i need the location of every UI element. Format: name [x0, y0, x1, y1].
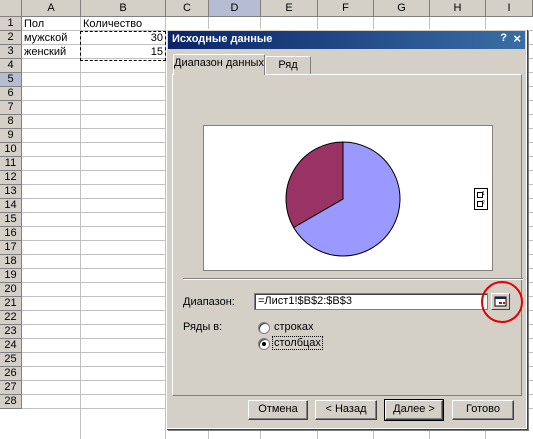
row-header-7[interactable]: 7 [0, 101, 22, 115]
row-header-16[interactable]: 16 [0, 227, 22, 241]
column-header-h[interactable]: H [430, 0, 486, 17]
column-header-i[interactable]: I [486, 0, 533, 17]
row-header-18[interactable]: 18 [0, 255, 22, 269]
cell-a3[interactable]: женский [22, 45, 80, 59]
cell-b1[interactable]: Количество [81, 17, 165, 31]
finish-button[interactable]: Готово [452, 400, 514, 420]
row-header-22[interactable]: 22 [0, 311, 22, 325]
row-header-8[interactable]: 8 [0, 115, 22, 129]
radio-rows-label[interactable]: строках [274, 321, 313, 333]
next-button[interactable]: Далее > [384, 399, 444, 421]
back-button[interactable]: < Назад [315, 400, 377, 420]
source-data-dialog: Исходные данные ? × Диапазон данных Ряд … [166, 29, 527, 429]
row-header-27[interactable]: 27 [0, 381, 22, 395]
row-header-13[interactable]: 13 [0, 185, 22, 199]
row-header-11[interactable]: 11 [0, 157, 22, 171]
row-header-6[interactable]: 6 [0, 87, 22, 101]
cell-a1[interactable]: Пол [22, 17, 80, 31]
select-all-corner[interactable] [0, 0, 22, 17]
chart-legend: 1 2 [474, 188, 488, 210]
legend-label-1: 1 [482, 191, 485, 197]
row-header-2[interactable]: 2 [0, 31, 22, 45]
help-icon[interactable]: ? [500, 32, 507, 44]
tab-series[interactable]: Ряд [265, 56, 311, 74]
column-header-f[interactable]: F [318, 0, 374, 17]
row-header-12[interactable]: 12 [0, 171, 22, 185]
row-header-9[interactable]: 9 [0, 129, 22, 143]
radio-rows[interactable] [258, 322, 270, 334]
cancel-button[interactable]: Отмена [248, 400, 308, 420]
range-label: Диапазон: [183, 296, 235, 308]
tab-data-range[interactable]: Диапазон данных [173, 54, 265, 75]
row-header-20[interactable]: 20 [0, 283, 22, 297]
series-in-label: Ряды в: [183, 321, 223, 333]
column-header-d[interactable]: D [209, 0, 261, 17]
row-header-3[interactable]: 3 [0, 45, 22, 59]
column-header-c[interactable]: C [166, 0, 209, 17]
column-header-a[interactable]: A [22, 0, 81, 17]
row-header-5[interactable]: 5 [0, 73, 22, 87]
row-header-4[interactable]: 4 [0, 59, 22, 73]
cell-a2[interactable]: мужской [22, 31, 80, 45]
dialog-title: Исходные данные [172, 33, 273, 45]
radio-columns-label[interactable]: столбцах [272, 336, 323, 350]
source-range-marquee [80, 31, 166, 61]
pie-chart [285, 141, 401, 257]
column-header-g[interactable]: G [374, 0, 430, 17]
row-header-1[interactable]: 1 [0, 17, 22, 31]
row-header-24[interactable]: 24 [0, 339, 22, 353]
range-input[interactable]: =Лист1!$B$2:$B$3 [254, 293, 488, 310]
radio-selected-dot [262, 342, 266, 346]
chart-preview: 1 2 [203, 125, 493, 271]
row-header-28[interactable]: 28 [0, 395, 22, 409]
row-header-10[interactable]: 10 [0, 143, 22, 157]
column-header-b[interactable]: B [81, 0, 166, 17]
legend-label-2: 2 [482, 200, 485, 206]
radio-columns[interactable] [258, 338, 270, 350]
close-icon[interactable]: × [513, 31, 521, 46]
row-header-15[interactable]: 15 [0, 213, 22, 227]
separator [183, 278, 523, 280]
row-header-17[interactable]: 17 [0, 241, 22, 255]
row-header-23[interactable]: 23 [0, 325, 22, 339]
column-header-e[interactable]: E [261, 0, 318, 17]
row-header-19[interactable]: 19 [0, 269, 22, 283]
tab-panel: 1 2 Диапазон: =Лист1!$B$2:$B$3 Ряды в: с… [172, 74, 523, 396]
highlight-circle [481, 281, 523, 323]
dialog-titlebar[interactable]: Исходные данные ? × [168, 31, 525, 49]
row-header-14[interactable]: 14 [0, 199, 22, 213]
row-header-21[interactable]: 21 [0, 297, 22, 311]
row-header-25[interactable]: 25 [0, 353, 22, 367]
row-header-26[interactable]: 26 [0, 367, 22, 381]
